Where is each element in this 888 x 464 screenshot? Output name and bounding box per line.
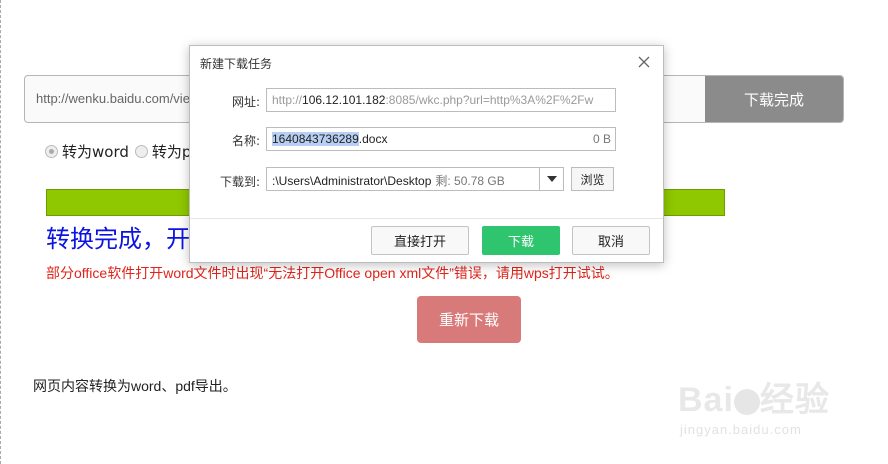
dialog-title: 新建下载任务: [200, 57, 273, 71]
new-download-dialog: 新建下载任务 网址: http://106.12.101.182:8085/wk…: [189, 45, 664, 263]
name-label: 名称:: [231, 134, 260, 148]
download-url-field[interactable]: http://106.12.101.182:8085/wkc.php?url=h…: [266, 88, 616, 112]
redownload-button[interactable]: 重新下载: [417, 296, 521, 343]
file-size: 0 B: [592, 132, 611, 146]
download-button[interactable]: 下载: [482, 226, 560, 255]
file-name-field[interactable]: 1640843736289.docx 0 B: [266, 127, 616, 151]
url-prefix: http://: [272, 93, 303, 107]
watermark-logo: Bai 经验: [678, 381, 830, 419]
page-description: 网页内容转换为word、pdf导出。: [33, 378, 237, 394]
radio-pdf-label: 转为p: [151, 143, 192, 161]
radio-pdf[interactable]: [134, 145, 148, 158]
url-input-value: http://wenku.baidu.com/view/: [36, 91, 203, 106]
save-to-label: 下载到:: [219, 175, 260, 189]
url-label: 网址:: [231, 95, 260, 109]
file-name-ext: .docx: [358, 132, 388, 146]
open-directly-button[interactable]: 直接打开: [371, 226, 469, 255]
page-edge-divider: [0, 0, 1, 464]
format-radio-group: 转为word 转为p: [45, 141, 197, 162]
path-dropdown-button[interactable]: [539, 167, 564, 191]
url-host: 106.12.101.182: [302, 93, 386, 107]
cancel-button[interactable]: 取消: [572, 226, 650, 255]
chevron-down-icon: [546, 176, 557, 182]
download-complete-button[interactable]: 下载完成: [705, 76, 843, 122]
warning-text: 部分office软件打开word文件时出现“无法打开Office open xm…: [46, 265, 619, 281]
browse-button[interactable]: 浏览: [571, 167, 614, 191]
file-name-selected: 1640843736289: [272, 132, 359, 146]
conversion-done-text: 转换完成，开: [46, 225, 190, 253]
baidu-jingyan-watermark: Bai 经验 jingyan.baidu.com: [678, 372, 848, 442]
radio-word-label: 转为word: [62, 143, 129, 161]
save-path-field[interactable]: :\Users\Administrator\Desktop 剩: 50.78 GB: [266, 167, 564, 191]
url-rest: :8085/wkc.php?url=http%3A%2F%2Fw: [385, 93, 594, 107]
radio-word[interactable]: [45, 145, 58, 158]
save-path-value: :\Users\Administrator\Desktop: [272, 174, 432, 188]
watermark-url: jingyan.baidu.com: [680, 422, 802, 437]
dialog-divider: [190, 218, 663, 219]
close-icon[interactable]: [637, 55, 651, 69]
paw-icon: [733, 389, 760, 416]
free-space: 剩: 50.78 GB: [435, 174, 505, 188]
